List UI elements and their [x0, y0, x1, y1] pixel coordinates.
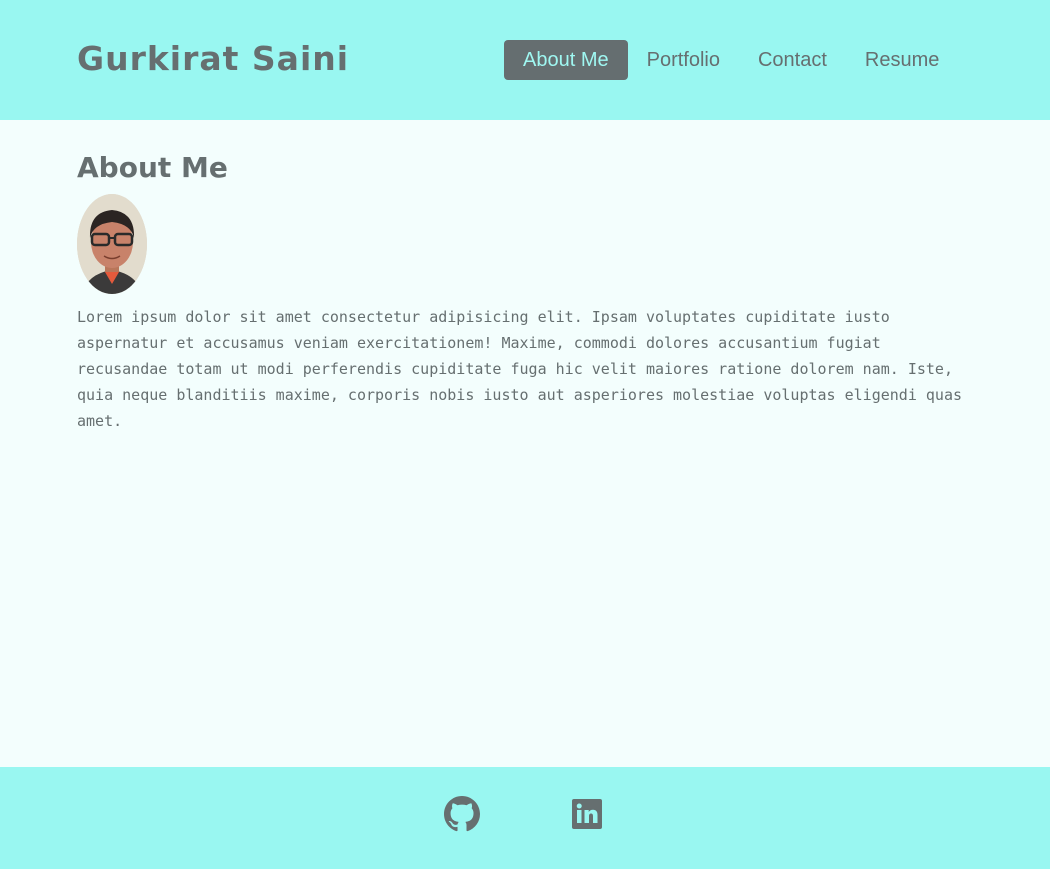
- site-title: Gurkirat Saini: [77, 39, 350, 78]
- site-header: Gurkirat Saini About Me Portfolio Contac…: [0, 0, 1050, 120]
- nav-portfolio[interactable]: Portfolio: [628, 40, 739, 80]
- linkedin-icon[interactable]: [572, 796, 608, 832]
- main-nav: About Me Portfolio Contact Resume: [504, 40, 958, 80]
- profile-photo-image: [77, 194, 147, 294]
- section-title: About Me: [77, 151, 228, 184]
- nav-contact[interactable]: Contact: [739, 40, 846, 80]
- site-footer: [0, 767, 1050, 869]
- bio-text: Lorem ipsum dolor sit amet consectetur a…: [77, 308, 963, 430]
- profile-photo: [77, 194, 147, 294]
- github-icon[interactable]: [444, 796, 480, 832]
- main-content: About Me Lorem ipsum dolor sit amet cons…: [77, 148, 977, 434]
- nav-resume[interactable]: Resume: [846, 40, 958, 80]
- nav-about-me[interactable]: About Me: [504, 40, 628, 80]
